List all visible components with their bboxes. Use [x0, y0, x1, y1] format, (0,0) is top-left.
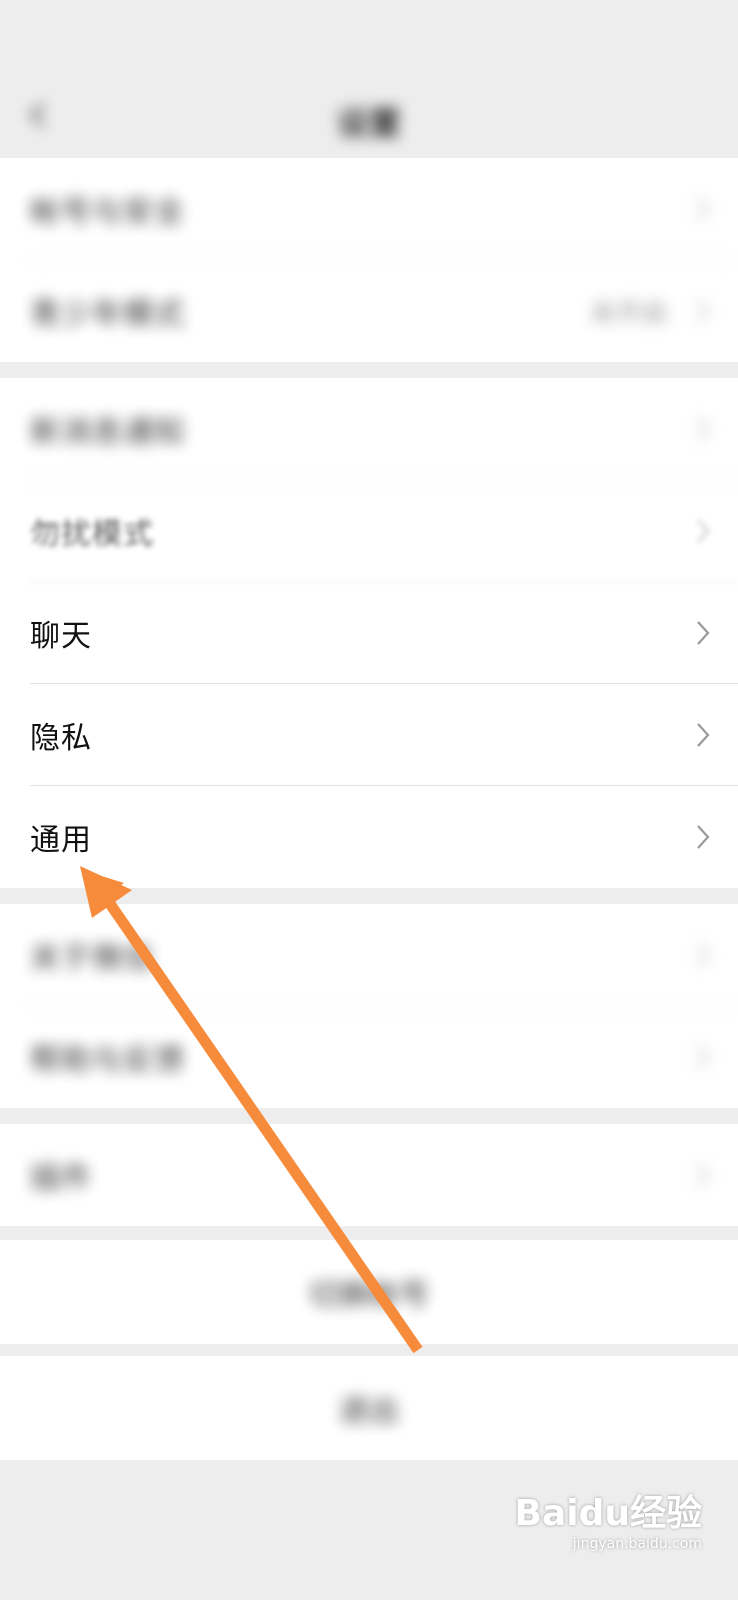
watermark-brand: Baidu经验 — [514, 1493, 702, 1534]
settings-item-label: 勿扰模式 — [30, 517, 154, 552]
settings-item-label: 青少年模式 — [30, 297, 185, 332]
settings-item-label: 帐号与安全 — [30, 195, 185, 230]
chevron-right-icon — [697, 723, 710, 747]
settings-item-teen-mode[interactable]: 青少年模式 未开启 — [0, 260, 738, 362]
settings-item-about[interactable]: 关于微信 — [0, 904, 738, 1006]
chevron-right-icon — [697, 299, 710, 323]
settings-item-chat[interactable]: 聊天 — [0, 582, 738, 684]
settings-item-general[interactable]: 通用 — [0, 786, 738, 888]
settings-item-label: 新消息通知 — [30, 415, 185, 450]
chevron-right-icon — [697, 943, 710, 967]
navigation-bar: 设置 — [0, 70, 738, 166]
settings-item-help-feedback[interactable]: 帮助与反馈 — [0, 1006, 738, 1108]
settings-item-do-not-disturb[interactable]: 勿扰模式 — [0, 480, 738, 582]
chevron-right-icon — [697, 825, 710, 849]
settings-item-label: 隐私 — [30, 721, 92, 756]
settings-item-label: 通用 — [30, 823, 92, 858]
watermark-url: jingyan.baidu.com — [572, 1536, 702, 1552]
watermark: Baidu经验 jingyan.baidu.com — [515, 1484, 702, 1552]
chevron-right-icon — [697, 417, 710, 441]
logout-button[interactable]: 退出 — [0, 1356, 738, 1460]
settings-item-label: 聊天 — [30, 619, 92, 654]
settings-item-privacy[interactable]: 隐私 — [0, 684, 738, 786]
settings-item-plugins[interactable]: 插件 — [0, 1124, 738, 1226]
page-title: 设置 — [336, 104, 401, 142]
settings-item-label: 帮助与反馈 — [30, 1043, 185, 1078]
chevron-right-icon — [697, 197, 710, 221]
settings-item-value: 未开启 — [589, 298, 668, 329]
logout-group: 退出 — [0, 1356, 738, 1460]
settings-group-about: 关于微信 帮助与反馈 — [0, 904, 738, 1108]
chevron-right-icon — [697, 1045, 710, 1069]
switch-account-button[interactable]: 切换帐号 — [0, 1240, 738, 1344]
settings-item-label: 关于微信 — [30, 941, 154, 976]
chevron-right-icon — [697, 621, 710, 645]
settings-item-notifications[interactable]: 新消息通知 — [0, 378, 738, 480]
settings-group-account: 帐号与安全 青少年模式 未开启 — [0, 158, 738, 362]
chevron-right-icon — [697, 1163, 710, 1187]
settings-item-label: 插件 — [30, 1161, 92, 1196]
switch-account-group: 切换帐号 — [0, 1240, 738, 1344]
settings-group-general: 新消息通知 勿扰模式 聊天 隐私 通用 — [0, 378, 738, 888]
settings-group-plugins: 插件 — [0, 1124, 738, 1226]
chevron-right-icon — [697, 519, 710, 543]
settings-item-account-security[interactable]: 帐号与安全 — [0, 158, 738, 260]
